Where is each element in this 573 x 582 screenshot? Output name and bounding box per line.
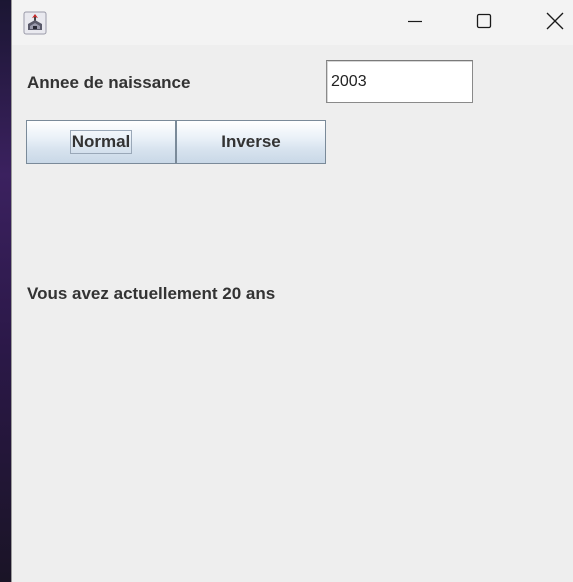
birth-year-label: Annee de naissance [27, 73, 191, 92]
maximize-icon [476, 13, 492, 33]
inverse-button[interactable]: Inverse [176, 120, 326, 164]
close-button[interactable] [527, 0, 573, 45]
app-window: Annee de naissance Normal Inverse Vous a… [11, 0, 573, 582]
java-icon[interactable] [23, 11, 47, 35]
content-panel: Annee de naissance Normal Inverse Vous a… [12, 45, 573, 582]
maximize-button[interactable] [456, 0, 512, 45]
close-icon [546, 12, 564, 34]
birth-year-input[interactable] [326, 60, 473, 103]
normal-button-label: Normal [69, 130, 133, 154]
desktop-background [0, 0, 11, 582]
title-bar[interactable] [12, 0, 573, 45]
minimize-button[interactable] [387, 0, 443, 45]
normal-button[interactable]: Normal [26, 120, 176, 164]
minimize-icon [407, 13, 423, 33]
inverse-button-label: Inverse [221, 132, 281, 151]
age-result-text: Vous avez actuellement 20 ans [27, 284, 276, 303]
